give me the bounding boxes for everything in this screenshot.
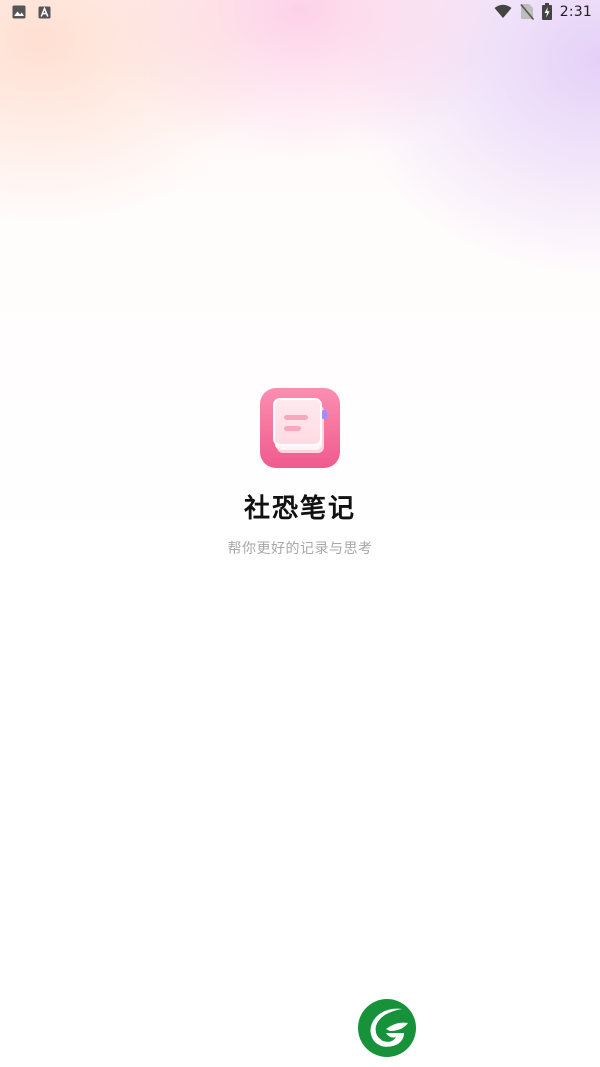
- app-name: 社恐笔记: [243, 494, 356, 524]
- status-bar-notifications: [12, 5, 51, 19]
- a-letter-icon: [38, 6, 51, 19]
- green-leaf-g-logo: [356, 997, 418, 1059]
- status-bar-system: 2:31: [494, 3, 592, 21]
- status-bar: 2:31: [0, 0, 600, 26]
- splash-screen: 2:31 社恐笔记 帮你更好的记录与思考: [0, 0, 600, 1067]
- wifi-icon: [494, 4, 512, 19]
- status-time: 2:31: [559, 3, 592, 20]
- notebook-icon: [260, 388, 340, 468]
- no-sim-icon: [520, 3, 534, 21]
- image-icon: [12, 5, 26, 19]
- app-tagline: 帮你更好的记录与思考: [227, 541, 373, 557]
- battery-charging-icon: [541, 3, 552, 20]
- gradient-background: [0, 0, 600, 560]
